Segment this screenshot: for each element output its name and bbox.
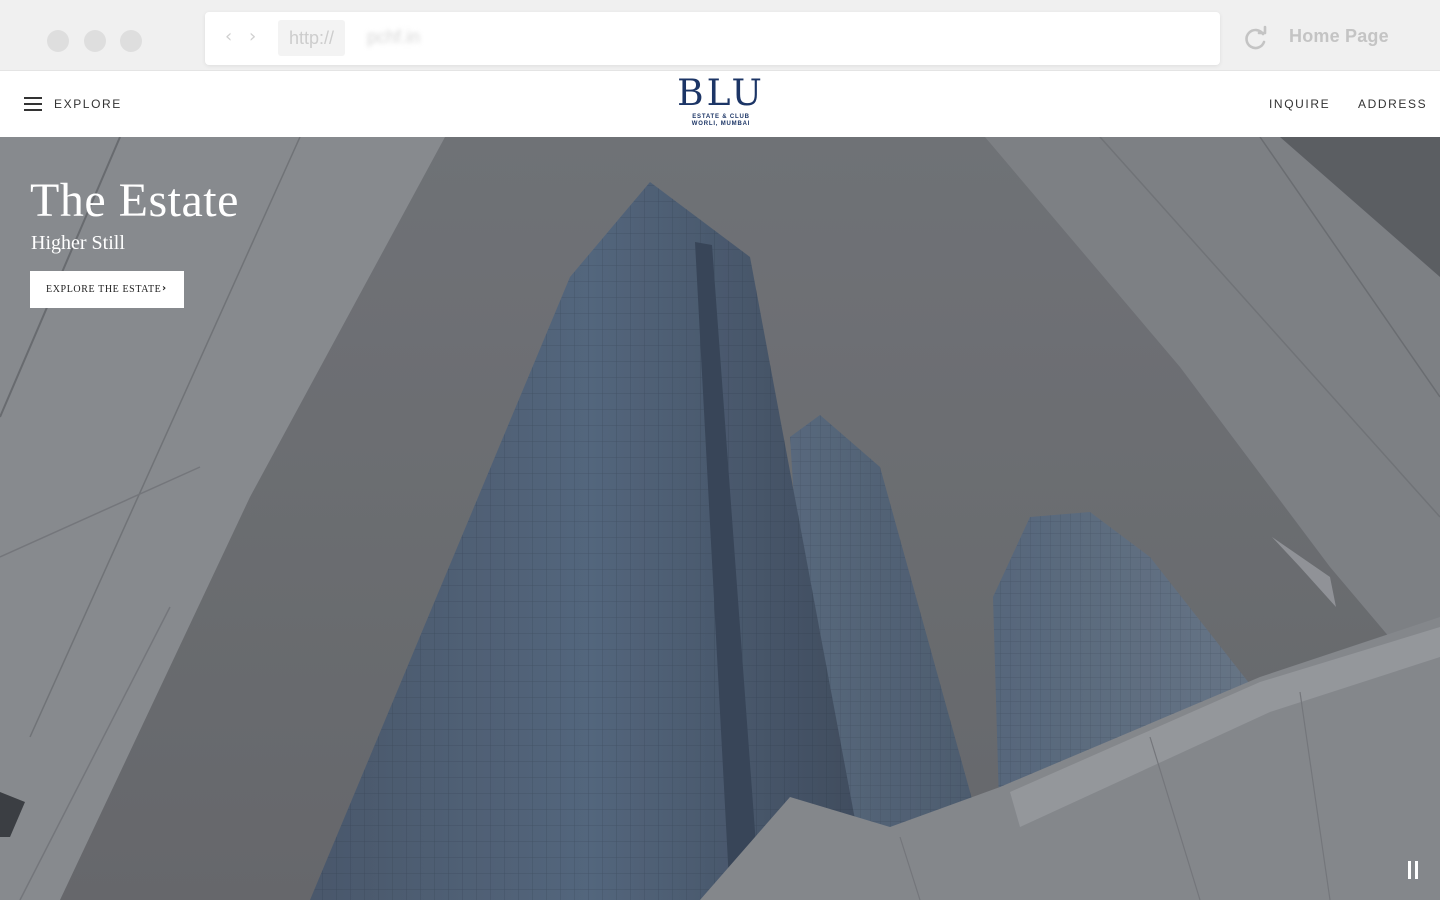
inquire-link[interactable]: INQUIRE xyxy=(1269,97,1330,111)
hero-subtitle: Higher Still xyxy=(31,232,125,254)
logo-wordmark: BLU xyxy=(677,73,765,114)
window-minimize-button[interactable] xyxy=(84,30,106,52)
pause-icon[interactable] xyxy=(1406,861,1420,879)
hero-section: The Estate Higher Still EXPLORE THE ESTA… xyxy=(0,137,1440,900)
logo-tagline-1: ESTATE & CLUB xyxy=(692,114,750,120)
url-domain[interactable]: pchf.in xyxy=(367,27,420,48)
logo-tagline-2: WORLI, MUMBAI xyxy=(691,121,751,127)
chevron-left-icon[interactable]: ‹ xyxy=(225,26,232,48)
window-close-button[interactable] xyxy=(47,30,69,52)
window-maximize-button[interactable] xyxy=(120,30,142,52)
chevron-right-icon[interactable]: › xyxy=(249,26,256,48)
chevron-right-icon: › xyxy=(162,283,167,294)
home-page-link[interactable]: Home Page xyxy=(1289,26,1389,47)
explore-menu-button[interactable]: EXPLORE xyxy=(54,97,122,111)
cta-label: EXPLORE THE ESTATE xyxy=(46,284,162,295)
brand-logo[interactable]: BLU ESTATE & CLUB WORLI, MUMBAI xyxy=(640,74,802,128)
hamburger-menu-icon[interactable] xyxy=(24,97,42,111)
url-protocol: http:// xyxy=(278,20,346,56)
browser-chrome: ‹ › http:// pchf.in Home Page xyxy=(0,0,1440,71)
hero-background-image xyxy=(0,137,1440,900)
site-header: EXPLORE BLU ESTATE & CLUB WORLI, MUMBAI … xyxy=(0,71,1440,137)
address-link[interactable]: ADDRESS xyxy=(1358,97,1427,111)
reload-icon[interactable] xyxy=(1242,25,1270,53)
hero-title: The Estate xyxy=(30,174,239,227)
explore-the-estate-button[interactable]: EXPLORE THE ESTATE › xyxy=(30,271,184,308)
address-bar[interactable]: ‹ › http:// pchf.in xyxy=(205,12,1220,65)
